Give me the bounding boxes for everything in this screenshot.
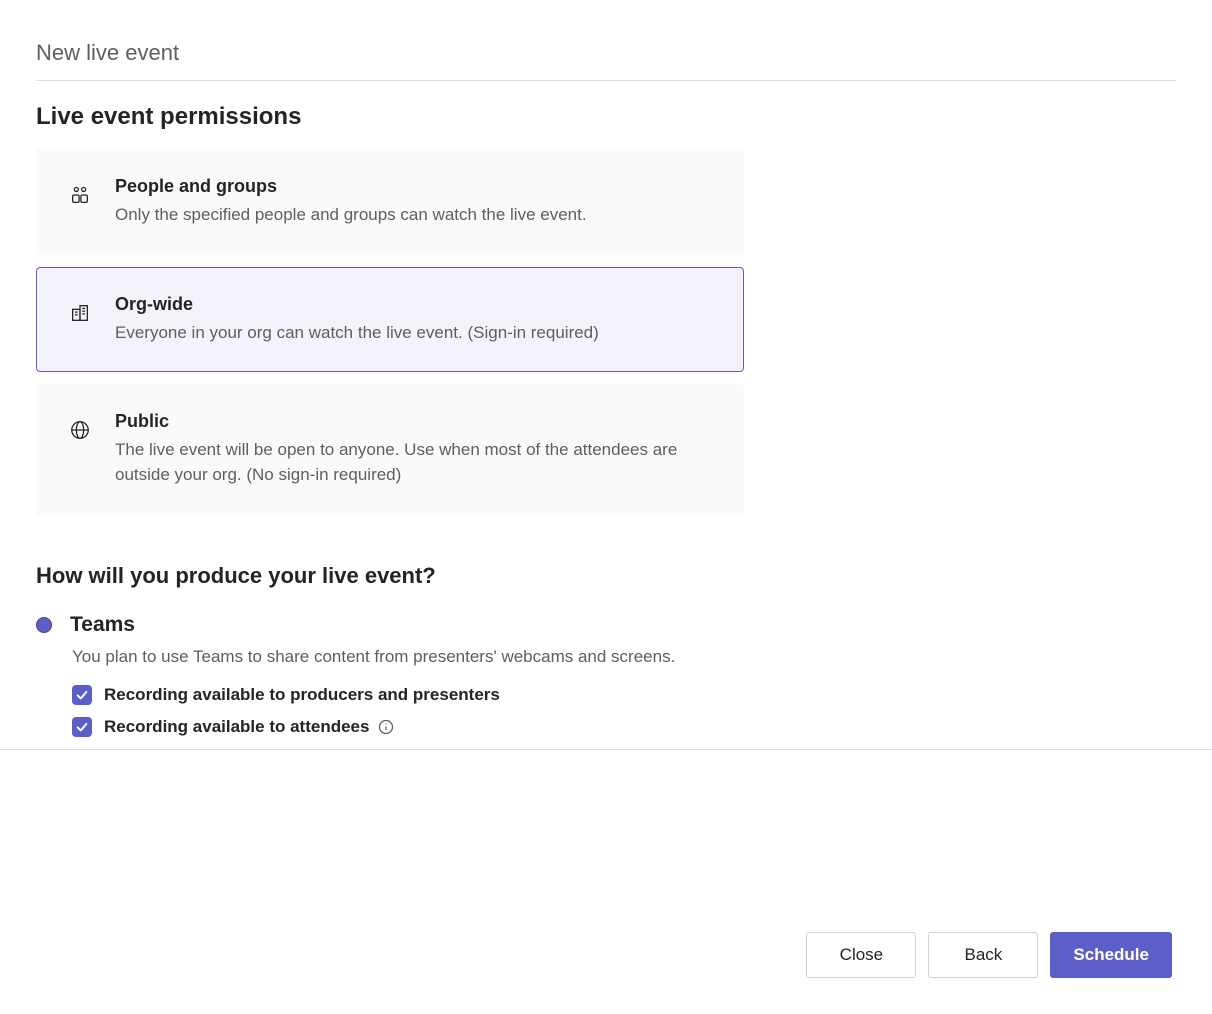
permission-title: Org-wide: [115, 294, 713, 315]
radio-selected-icon: [36, 617, 52, 633]
permission-option-public[interactable]: Public The live event will be open to an…: [36, 384, 744, 514]
permission-desc: Only the specified people and groups can…: [115, 203, 713, 228]
permissions-options: People and groups Only the specified peo…: [36, 149, 744, 515]
production-heading: How will you produce your live event?: [36, 563, 1176, 589]
schedule-button[interactable]: Schedule: [1050, 932, 1172, 978]
permission-desc: Everyone in your org can watch the live …: [115, 321, 713, 346]
production-option-teams[interactable]: Teams: [36, 613, 1176, 637]
production-option-label: Teams: [70, 613, 135, 637]
permissions-heading: Live event permissions: [36, 103, 1176, 131]
close-button[interactable]: Close: [806, 932, 916, 978]
footer-actions: Close Back Schedule: [806, 932, 1172, 978]
divider: [0, 749, 1212, 750]
info-icon[interactable]: [377, 718, 395, 736]
permission-title: Public: [115, 411, 713, 432]
checkbox-checked-icon: [72, 717, 92, 737]
production-section: How will you produce your live event? Te…: [36, 563, 1176, 737]
checkbox-recording-attendees[interactable]: Recording available to attendees: [72, 717, 1176, 737]
permission-desc: The live event will be open to anyone. U…: [115, 438, 713, 487]
dialog-title: New live event: [36, 40, 1176, 81]
permission-title: People and groups: [115, 176, 713, 197]
checkbox-recording-producers[interactable]: Recording available to producers and pre…: [72, 685, 1176, 705]
checkbox-label: Recording available to producers and pre…: [104, 685, 500, 705]
people-groups-icon: [67, 182, 93, 208]
permission-option-org-wide[interactable]: Org-wide Everyone in your org can watch …: [36, 267, 744, 373]
building-icon: [67, 300, 93, 326]
checkbox-checked-icon: [72, 685, 92, 705]
globe-icon: [67, 417, 93, 443]
production-option-desc: You plan to use Teams to share content f…: [72, 647, 1176, 667]
checkbox-label: Recording available to attendees: [104, 717, 369, 737]
back-button[interactable]: Back: [928, 932, 1038, 978]
permission-option-people-groups[interactable]: People and groups Only the specified peo…: [36, 149, 744, 255]
